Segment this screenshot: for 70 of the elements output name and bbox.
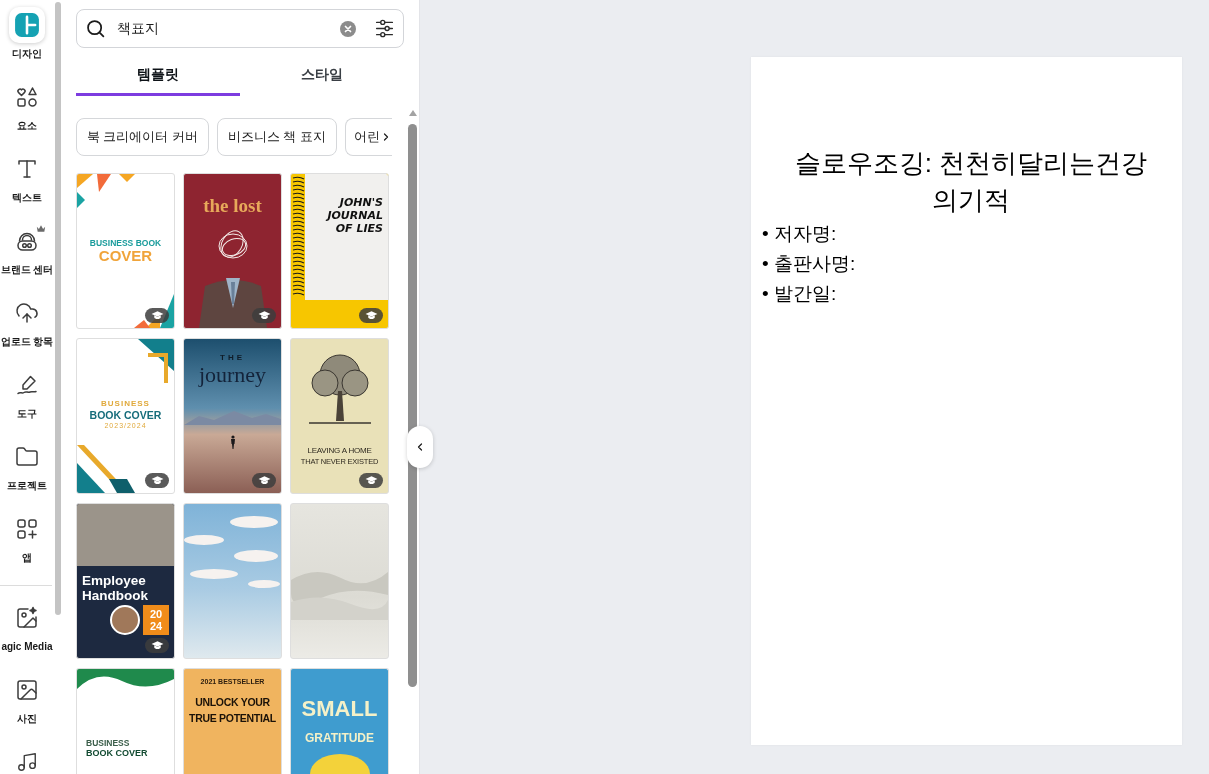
layout-icon [9, 7, 45, 43]
sun-drawing [309, 754, 370, 774]
tab[interactable]: 스타일 [240, 56, 404, 96]
cover-title: the lost [203, 196, 262, 216]
filter-chip[interactable]: 비즈니스 책 표지 [216, 118, 337, 156]
sidebar-item[interactable]: 디자인 [0, 0, 54, 72]
cloud-upload-icon [15, 301, 39, 325]
apps-plus-icon [15, 517, 39, 541]
pen-icon [15, 373, 39, 397]
cover-title: THE [220, 353, 245, 363]
template-thumbnail[interactable] [290, 503, 389, 659]
sidebar-item[interactable]: 도구 [0, 360, 54, 432]
sidebar-item[interactable]: 업로드 항목 [0, 288, 54, 360]
cover-title: TRUE POTENTIAL [189, 711, 276, 726]
year-text: 24 [149, 620, 163, 632]
sidebar-item[interactable]: 프로젝트 [0, 432, 54, 504]
cover-title: JOURNAL [327, 209, 383, 222]
scrollbar-thumb[interactable] [55, 2, 61, 615]
sidebar-item[interactable]: 요소 [0, 72, 54, 144]
walking-person-icon [229, 435, 236, 449]
cover-title: COVER [98, 248, 153, 264]
cover-title: journey [198, 363, 267, 387]
design-page[interactable]: 슬로우조깅: 천천히달리는건강의기적 • 저자명: • 출판사명: • 발간일: [751, 57, 1182, 745]
image-sparkle-icon [15, 606, 39, 630]
sidebar-item[interactable]: 텍스트 [0, 144, 54, 216]
template-thumbnail[interactable]: the lost [183, 173, 282, 329]
filter-sliders-icon[interactable] [374, 18, 395, 39]
text-icon [15, 157, 39, 181]
year-text: 20 [149, 608, 163, 620]
music-note-icon [16, 751, 38, 773]
search-field[interactable]: 책표지 [76, 9, 404, 48]
corner-frames-drawing [77, 445, 137, 493]
image-icon [15, 678, 39, 702]
cover-title: Handbook [82, 588, 149, 603]
template-thumbnail[interactable] [183, 503, 282, 659]
collapse-panel-button[interactable] [407, 426, 433, 468]
triangle-pattern-drawing [77, 174, 137, 208]
template-thumbnail[interactable]: JOHN'S JOURNAL OF LIES [290, 173, 389, 329]
cover-title: BUSINESS [101, 398, 150, 409]
cover-title: SMALL [301, 697, 378, 721]
filter-chip[interactable]: 어린 [344, 118, 392, 156]
cover-title: BUSINESS [86, 738, 130, 748]
folder-icon [15, 445, 39, 469]
bullet-text: • 저자명: [761, 222, 838, 246]
cover-title: LEAVING A HOME [307, 445, 372, 456]
template-thumbnail[interactable]: Employee Handbook 20 24 [76, 503, 175, 659]
tab[interactable]: 템플릿 [76, 56, 240, 96]
scroll-up-arrow-icon[interactable] [408, 110, 417, 116]
sidebar-item[interactable]: 사진 [0, 665, 54, 737]
cover-title: OF LIES [335, 222, 383, 235]
cover-title: BOOK COVER [86, 748, 148, 759]
template-thumbnail[interactable]: BUSINESS BOOK COVER [76, 668, 175, 774]
sidebar-item[interactable]: 브랜드 센터 [0, 216, 54, 288]
bullet-text: • 발간일: [761, 282, 838, 306]
bullet-text: • 출판사명: [761, 252, 857, 276]
shapes-icon [15, 85, 39, 109]
cover-title: GRATITUDE [304, 731, 375, 745]
sidebar-item[interactable]: 앱 [0, 504, 54, 576]
clear-icon[interactable] [340, 21, 356, 37]
cover-title: JOHN'S [339, 196, 383, 209]
scrollbar-thumb[interactable] [408, 124, 417, 687]
cover-title: BUSINESS BOOK [89, 238, 162, 248]
filter-chip[interactable]: 북 크리에이터 커버 [76, 118, 209, 156]
cover-title: BOOK COVER [89, 408, 162, 421]
page-title: 슬로우조깅: 천천히달리는건강의기적 [793, 147, 1149, 217]
cover-title: Employee [82, 573, 147, 588]
photo-placeholder [110, 605, 140, 635]
cover-title: UNLOCK YOUR [195, 695, 270, 710]
sidebar-item[interactable]: agic Media [0, 593, 54, 665]
search-icon [85, 18, 106, 39]
